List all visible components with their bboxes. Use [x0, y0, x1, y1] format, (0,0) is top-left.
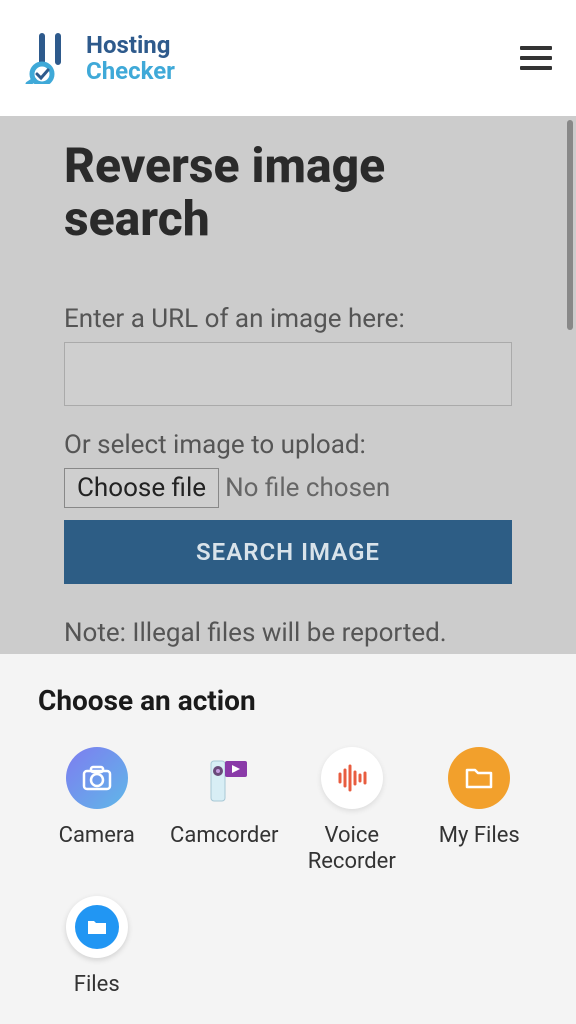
action-item-camcorder[interactable]: Camcorder [166, 747, 284, 876]
action-label: Voice Recorder [293, 823, 411, 876]
action-item-voice-recorder[interactable]: Voice Recorder [293, 747, 411, 876]
action-sheet-grid: Camera Camcorder [38, 747, 538, 998]
image-url-input[interactable] [64, 342, 512, 406]
camera-icon [66, 747, 128, 809]
search-image-button[interactable]: SEARCH IMAGE [64, 520, 512, 584]
action-label: Files [74, 972, 120, 998]
file-status-text: No file chosen [225, 473, 390, 503]
action-sheet-title: Choose an action [38, 684, 538, 717]
upload-label: Or select image to upload: [64, 430, 512, 460]
action-item-my-files[interactable]: My Files [421, 747, 539, 876]
action-item-camera[interactable]: Camera [38, 747, 156, 876]
my-files-icon [448, 747, 510, 809]
action-sheet: Choose an action Camera Camcorder [0, 654, 576, 1024]
app-header: Hosting Checker [0, 0, 576, 116]
scroll-indicator [567, 120, 573, 330]
url-input-label: Enter a URL of an image here: [64, 304, 512, 334]
action-item-files[interactable]: Files [38, 896, 156, 998]
hamburger-menu-icon[interactable] [520, 46, 552, 70]
logo-mark-icon [24, 32, 76, 84]
camcorder-icon [193, 747, 255, 809]
file-picker-row: Choose file No file chosen [64, 468, 512, 508]
logo[interactable]: Hosting Checker [24, 32, 175, 85]
choose-file-button[interactable]: Choose file [64, 468, 219, 508]
action-label: Camera [59, 823, 135, 849]
voice-recorder-icon [321, 747, 383, 809]
page-content: Reverse image search Enter a URL of an i… [0, 116, 576, 731]
action-label: My Files [439, 823, 520, 849]
logo-text-top: Hosting [86, 32, 175, 58]
files-icon [66, 896, 128, 958]
logo-text: Hosting Checker [86, 32, 175, 85]
action-label: Camcorder [170, 823, 278, 849]
note-line-1: Note: Illegal files will be reported. [64, 614, 512, 653]
logo-text-bottom: Checker [86, 58, 175, 84]
page-title: Reverse image search [64, 140, 512, 246]
